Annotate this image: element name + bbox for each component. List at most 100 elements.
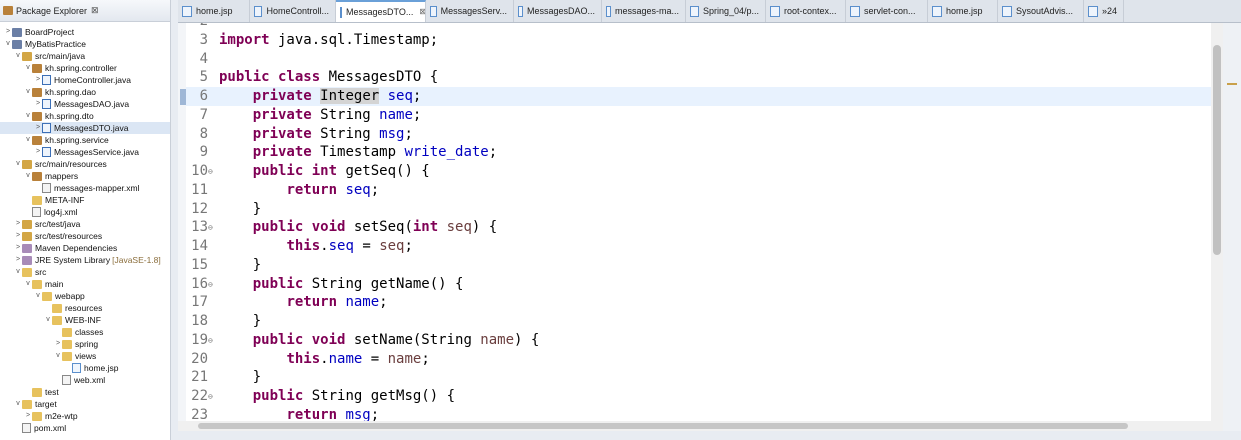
tree-item[interactable]: v src bbox=[0, 266, 170, 278]
code-line[interactable]: 7 private String name; bbox=[186, 106, 1211, 125]
collapsed-twisty-icon[interactable]: > bbox=[14, 218, 22, 230]
expanded-twisty-icon[interactable]: v bbox=[14, 158, 22, 170]
code-line[interactable]: 5 public class MessagesDTO { bbox=[186, 68, 1211, 87]
expanded-twisty-icon[interactable]: v bbox=[24, 278, 32, 290]
editor-tab[interactable]: MessagesDTO... ⊠ bbox=[336, 0, 426, 22]
tree-item[interactable]: > src/test/java bbox=[0, 218, 170, 230]
tree-item[interactable]: v src/main/resources bbox=[0, 158, 170, 170]
tree-item[interactable]: > HomeController.java bbox=[0, 74, 170, 86]
editor-tab[interactable]: root-contex... bbox=[766, 0, 846, 22]
code-line[interactable]: 3 import java.sql.Timestamp; bbox=[186, 31, 1211, 50]
code-line[interactable]: 22⊖ public String getMsg() { bbox=[186, 387, 1211, 406]
tree-item[interactable]: > JRE System Library [JavaSE-1.8] bbox=[0, 254, 170, 266]
code-line[interactable]: 17 return name; bbox=[186, 293, 1211, 312]
collapsed-twisty-icon[interactable]: > bbox=[24, 410, 32, 422]
code-line[interactable]: 6 private Integer seq; bbox=[186, 87, 1211, 106]
expanded-twisty-icon[interactable]: v bbox=[14, 266, 22, 278]
editor-tab[interactable]: messages-ma... bbox=[602, 0, 686, 22]
editor-tab[interactable]: MessagesDAO... bbox=[514, 0, 602, 22]
collapsed-twisty-icon[interactable]: > bbox=[34, 98, 42, 110]
expanded-twisty-icon[interactable]: v bbox=[14, 50, 22, 62]
tree-item[interactable]: > BoardProject bbox=[0, 26, 170, 38]
expanded-twisty-icon[interactable]: v bbox=[14, 398, 22, 410]
fold-toggle-icon[interactable]: ⊖ bbox=[208, 331, 216, 350]
code-line[interactable]: 10⊖ public int getSeq() { bbox=[186, 162, 1211, 181]
code-line[interactable]: 16⊖ public String getName() { bbox=[186, 275, 1211, 294]
expanded-twisty-icon[interactable]: v bbox=[44, 314, 52, 326]
vertical-scrollbar[interactable] bbox=[1211, 23, 1223, 431]
expanded-twisty-icon[interactable]: v bbox=[24, 110, 32, 122]
tree-item[interactable]: v target bbox=[0, 398, 170, 410]
tree-item[interactable]: > MessagesDAO.java bbox=[0, 98, 170, 110]
code-line[interactable]: 9 private Timestamp write_date; bbox=[186, 143, 1211, 162]
tree-item[interactable]: v mappers bbox=[0, 170, 170, 182]
code-line[interactable]: 21 } bbox=[186, 368, 1211, 387]
tree-item[interactable]: v src/main/java bbox=[0, 50, 170, 62]
collapsed-twisty-icon[interactable]: > bbox=[34, 122, 42, 134]
tree-item[interactable]: v webapp bbox=[0, 290, 170, 302]
editor-tab[interactable]: home.jsp bbox=[178, 0, 250, 22]
code-line[interactable]: 4 bbox=[186, 50, 1211, 69]
editor-tab[interactable]: Spring_04/p... bbox=[686, 0, 766, 22]
expanded-twisty-icon[interactable]: v bbox=[24, 62, 32, 74]
tree-item[interactable]: v main bbox=[0, 278, 170, 290]
close-tab-icon[interactable]: ⊠ bbox=[419, 2, 425, 22]
tree-item[interactable]: log4j.xml bbox=[0, 206, 170, 218]
code-editor[interactable]: 23import java.sql.Timestamp;45public cla… bbox=[178, 23, 1211, 431]
collapsed-twisty-icon[interactable]: > bbox=[14, 242, 22, 254]
code-line[interactable]: 11 return seq; bbox=[186, 181, 1211, 200]
tree-item[interactable]: classes bbox=[0, 326, 170, 338]
code-line[interactable]: 20 this.name = name; bbox=[186, 350, 1211, 369]
vertical-scroll-thumb[interactable] bbox=[1213, 45, 1221, 255]
tree-item[interactable]: home.jsp bbox=[0, 362, 170, 374]
fold-toggle-icon[interactable]: ⊖ bbox=[208, 218, 216, 237]
fold-toggle-icon[interactable]: ⊖ bbox=[208, 162, 216, 181]
fold-toggle-icon[interactable]: ⊖ bbox=[208, 275, 216, 294]
collapsed-twisty-icon[interactable]: > bbox=[34, 146, 42, 158]
code-line[interactable]: 15 } bbox=[186, 256, 1211, 275]
expanded-twisty-icon[interactable]: v bbox=[24, 170, 32, 182]
tree-item[interactable]: > spring bbox=[0, 338, 170, 350]
tree-item[interactable]: pom.xml bbox=[0, 422, 170, 434]
code-line[interactable]: 12 } bbox=[186, 200, 1211, 219]
editor-tab[interactable]: »24 bbox=[1084, 0, 1124, 22]
tree-item[interactable]: > m2e-wtp bbox=[0, 410, 170, 422]
tree-item[interactable]: test bbox=[0, 386, 170, 398]
editor-tab[interactable]: SysoutAdvis... bbox=[998, 0, 1084, 22]
expanded-twisty-icon[interactable]: v bbox=[54, 350, 62, 362]
expanded-twisty-icon[interactable]: v bbox=[4, 38, 12, 50]
tree-item[interactable]: META-INF bbox=[0, 194, 170, 206]
horizontal-scroll-thumb[interactable] bbox=[198, 423, 1128, 429]
code-line[interactable]: 13⊖ public void setSeq(int seq) { bbox=[186, 218, 1211, 237]
editor-tab[interactable]: home.jsp bbox=[928, 0, 998, 22]
collapsed-twisty-icon[interactable]: > bbox=[34, 74, 42, 86]
tree-item[interactable]: v MyBatisPractice bbox=[0, 38, 170, 50]
tree-item[interactable]: v kh.spring.dao bbox=[0, 86, 170, 98]
expanded-twisty-icon[interactable]: v bbox=[24, 86, 32, 98]
collapsed-twisty-icon[interactable]: > bbox=[4, 26, 12, 38]
tree-item[interactable]: resources bbox=[0, 302, 170, 314]
code-line[interactable]: 19⊖ public void setName(String name) { bbox=[186, 331, 1211, 350]
collapsed-twisty-icon[interactable]: > bbox=[54, 338, 62, 350]
tree-item[interactable]: v kh.spring.controller bbox=[0, 62, 170, 74]
tree-item[interactable]: messages-mapper.xml bbox=[0, 182, 170, 194]
tree-item[interactable]: > MessagesService.java bbox=[0, 146, 170, 158]
editor-tab[interactable]: MessagesServ... bbox=[426, 0, 514, 22]
tree-item[interactable]: v kh.spring.service bbox=[0, 134, 170, 146]
expanded-twisty-icon[interactable]: v bbox=[34, 290, 42, 302]
tree-item[interactable]: v views bbox=[0, 350, 170, 362]
fold-toggle-icon[interactable]: ⊖ bbox=[208, 387, 216, 406]
collapsed-twisty-icon[interactable]: > bbox=[14, 230, 22, 242]
tree-item[interactable]: v WEB-INF bbox=[0, 314, 170, 326]
editor-tab[interactable]: servlet-con... bbox=[846, 0, 928, 22]
code-line[interactable]: 8 private String msg; bbox=[186, 125, 1211, 144]
tree-item[interactable]: > src/test/resources bbox=[0, 230, 170, 242]
explorer-close-icon[interactable]: ⊠ bbox=[91, 5, 99, 16]
tree-item[interactable]: > MessagesDTO.java bbox=[0, 122, 170, 134]
editor-tab[interactable]: HomeControll... bbox=[250, 0, 336, 22]
collapsed-twisty-icon[interactable]: > bbox=[14, 254, 22, 266]
tree-item[interactable]: > Maven Dependencies bbox=[0, 242, 170, 254]
tree-item[interactable]: v kh.spring.dto bbox=[0, 110, 170, 122]
code-line[interactable]: 18 } bbox=[186, 312, 1211, 331]
tree-item[interactable]: web.xml bbox=[0, 374, 170, 386]
